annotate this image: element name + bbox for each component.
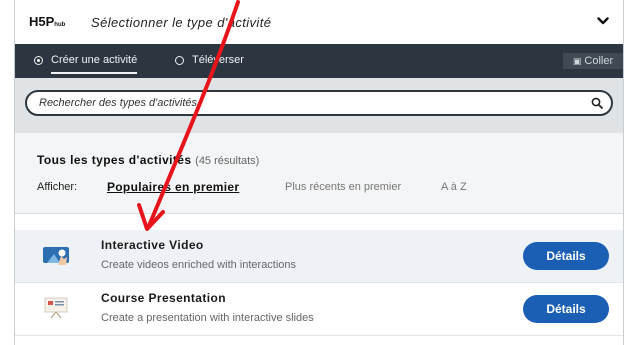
results-title-text: Tous les types d'activités bbox=[37, 153, 192, 167]
results-title: Tous les types d'activités (45 résultats… bbox=[37, 153, 259, 167]
search-box[interactable] bbox=[25, 90, 613, 116]
tab-create-content[interactable]: Créer une activité bbox=[34, 54, 138, 74]
content-type-description: Create videos enriched with interactions bbox=[101, 259, 297, 271]
course-presentation-icon bbox=[44, 297, 68, 319]
tab-create-label: Créer une activité bbox=[51, 54, 138, 74]
sort-option-newest[interactable]: Plus récents en premier bbox=[285, 181, 401, 193]
content-type-row[interactable]: Course Presentation Create a presentatio… bbox=[15, 283, 623, 336]
paste-button[interactable]: ▣ Coller bbox=[563, 53, 623, 69]
logo-sub: hub bbox=[54, 22, 66, 28]
hub-title-bar[interactable]: H5Phub Sélectionner le type d'activité bbox=[15, 0, 623, 45]
sort-row: Afficher: Populaires en premier Plus réc… bbox=[37, 180, 597, 198]
h5p-logo: H5Phub bbox=[29, 14, 65, 29]
search-area bbox=[15, 78, 623, 133]
search-icon[interactable] bbox=[591, 97, 603, 109]
content-type-name: Course Presentation bbox=[101, 291, 226, 305]
results-count: (45 résultats) bbox=[195, 155, 260, 167]
paste-label: Coller bbox=[584, 55, 614, 67]
sort-option-popular[interactable]: Populaires en premier bbox=[107, 180, 239, 194]
content-type-row[interactable]: Interactive Video Create videos enriched… bbox=[15, 230, 623, 283]
logo-text: H5P bbox=[29, 14, 55, 29]
hub-tab-bar: Créer une activité Téléverser ▣ Coller bbox=[15, 44, 623, 78]
results-header: Tous les types d'activités (45 résultats… bbox=[15, 133, 623, 214]
content-type-name: Interactive Video bbox=[101, 238, 204, 252]
content-type-row-partial bbox=[15, 336, 623, 345]
hub-title: Sélectionner le type d'activité bbox=[91, 15, 272, 30]
tab-upload[interactable]: Téléverser bbox=[175, 54, 244, 66]
radio-unchecked-icon bbox=[175, 56, 184, 65]
h5p-hub-panel: H5Phub Sélectionner le type d'activité C… bbox=[14, 0, 624, 345]
radio-checked-icon bbox=[34, 56, 43, 65]
interactive-video-icon bbox=[43, 247, 69, 265]
tab-upload-label: Téléverser bbox=[192, 54, 244, 66]
details-button[interactable]: Détails bbox=[523, 242, 609, 270]
chevron-down-icon[interactable] bbox=[597, 16, 609, 26]
sort-option-a-z[interactable]: A à Z bbox=[441, 181, 467, 193]
content-type-description: Create a presentation with interactive s… bbox=[101, 312, 314, 324]
details-button[interactable]: Détails bbox=[523, 295, 609, 323]
clipboard-icon: ▣ bbox=[572, 56, 582, 66]
search-input[interactable] bbox=[39, 95, 579, 111]
sort-label: Afficher: bbox=[37, 181, 78, 193]
